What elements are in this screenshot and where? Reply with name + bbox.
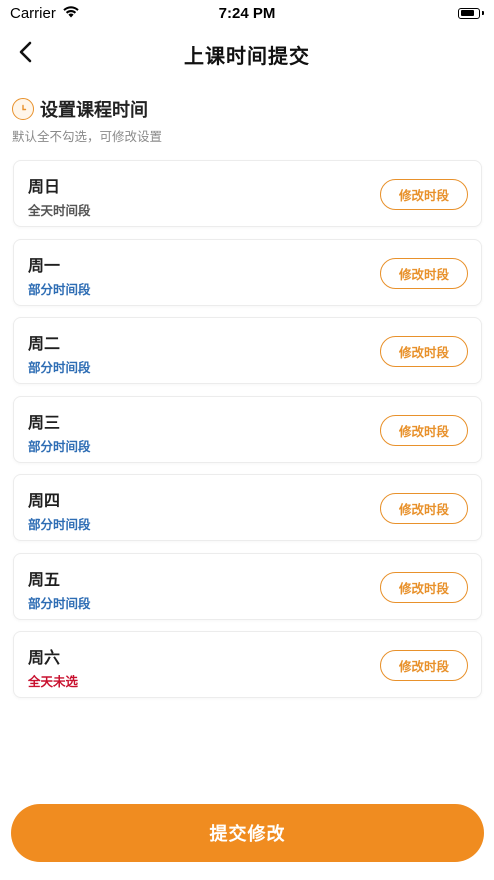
day-status: 部分时间段 xyxy=(28,517,91,532)
section-hint: 默认全不勾选，可修改设置 xyxy=(12,129,163,144)
day-status: 部分时间段 xyxy=(28,438,91,454)
section-title: 设置课程时间 xyxy=(40,100,148,121)
day-name: 周三 xyxy=(28,412,61,432)
app-screen: Carrier 7:24 PM 上课时间提交 设置课程时间 默认全不勾选，可修改… xyxy=(0,0,494,880)
section-title-row: 设置课程时间 xyxy=(12,96,162,122)
day-name: 周日 xyxy=(28,177,61,196)
day-name: 周一 xyxy=(28,255,61,275)
day-status: 全天时间段 xyxy=(28,203,91,218)
day-card: 周四部分时间段 修改时段 xyxy=(13,474,482,541)
day-card: 周二部分时间段 修改时段 xyxy=(13,317,482,384)
day-card: 周五部分时间段 修改时段 xyxy=(13,552,482,620)
day-name: 周二 xyxy=(28,334,61,353)
chevron-left-icon xyxy=(17,41,35,67)
day-list: 周日 全天时间段 修改时段 周一 部分时间段 修改时段 周二 部分时间段 修改时段 周三 部分时间段… xyxy=(13,160,482,710)
submit-button[interactable]: 提交修改 xyxy=(11,804,484,862)
day-status: 部分时间段 xyxy=(28,360,91,375)
edit-time-button[interactable]: 修改时段 xyxy=(380,414,468,446)
day-name: 周四 xyxy=(28,491,61,510)
edit-time-button[interactable]: 修改时段 xyxy=(380,650,468,681)
day-card: 周三部分时间段 修改时段 xyxy=(13,395,482,463)
edit-time-button[interactable]: 修改时段 xyxy=(380,493,468,524)
back-button[interactable] xyxy=(10,38,42,70)
carrier-label: Carrier xyxy=(10,4,56,22)
day-status: 部分时间段 xyxy=(28,281,91,297)
day-name: 周五 xyxy=(28,569,61,589)
day-status: 部分时间段 xyxy=(28,595,91,611)
status-bar: Carrier 7:24 PM xyxy=(0,0,494,26)
battery-icon xyxy=(458,7,484,19)
edit-time-button[interactable]: 修改时段 xyxy=(380,257,468,289)
edit-time-button[interactable]: 修改时段 xyxy=(380,336,468,367)
edit-time-button[interactable]: 修改时段 xyxy=(380,571,468,603)
day-card: 周六全天未选 修改时段 xyxy=(13,631,482,698)
wifi-icon xyxy=(62,5,80,22)
clock-icon xyxy=(12,98,34,120)
status-left: Carrier xyxy=(10,5,80,22)
day-card: 周一部分时间段 修改时段 xyxy=(13,238,482,306)
day-status: 全天未选 xyxy=(28,674,79,689)
section-header: 设置课程时间 默认全不勾选，可修改设置 xyxy=(12,96,162,145)
edit-time-button[interactable]: 修改时段 xyxy=(380,179,468,210)
day-card: 周日全天时间段 修改时段 xyxy=(13,160,482,227)
page-title: 上课时间提交 xyxy=(184,43,310,68)
nav-bar: 上课时间提交 xyxy=(0,30,494,78)
day-name: 周六 xyxy=(28,648,61,667)
